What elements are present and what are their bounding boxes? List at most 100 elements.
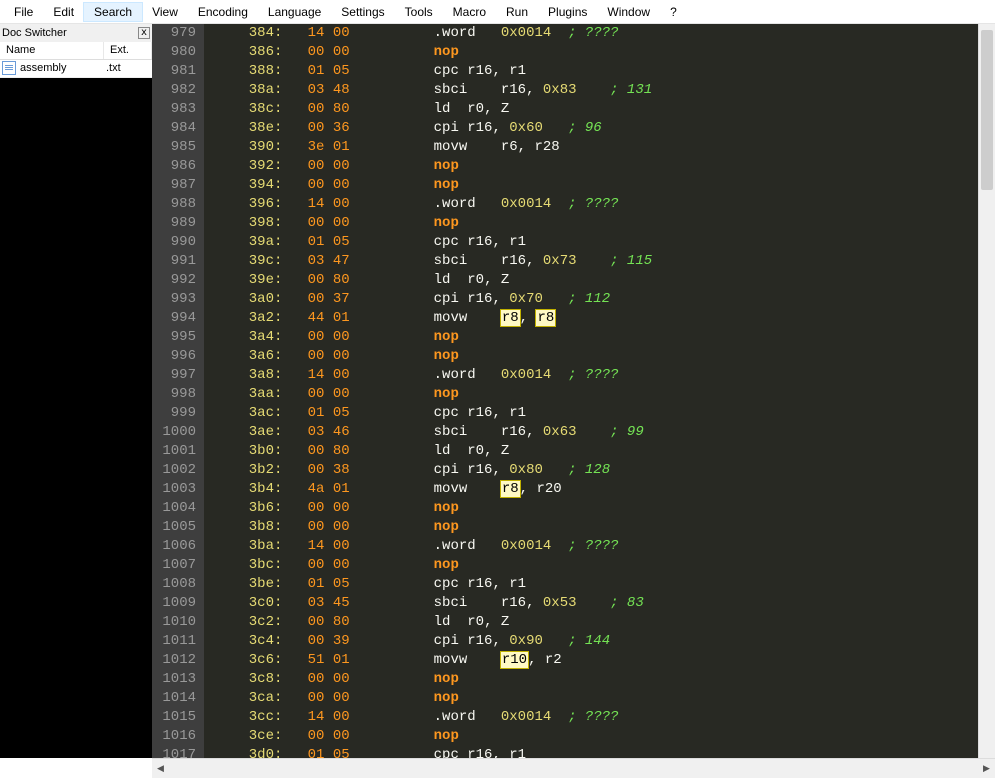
menu-settings[interactable]: Settings <box>331 3 394 21</box>
code-line[interactable]: 3a6: 00 00 nop <box>204 347 995 366</box>
code-line[interactable]: 38a: 03 48 sbci r16, 0x83 ; 131 <box>204 81 995 100</box>
line-number: 995 <box>152 328 196 347</box>
code-line[interactable]: 3ca: 00 00 nop <box>204 689 995 708</box>
hex-bytes: 00 00 <box>282 348 349 364</box>
horizontal-scrollbar[interactable]: ◀ ▶ <box>152 758 995 778</box>
code-line[interactable]: 3b0: 00 80 ld r0, Z <box>204 442 995 461</box>
code-editor[interactable]: 384: 14 00 .word 0x0014 ; ????386: 00 00… <box>204 24 995 758</box>
code-line[interactable]: 3cc: 14 00 .word 0x0014 ; ???? <box>204 708 995 727</box>
code-line[interactable]: 39e: 00 80 ld r0, Z <box>204 271 995 290</box>
code-line[interactable]: 3c6: 51 01 movw r10, r2 <box>204 651 995 670</box>
code-line[interactable]: 3ce: 00 00 nop <box>204 727 995 746</box>
scroll-left-icon[interactable]: ◀ <box>152 760 169 777</box>
token-punc: , <box>518 139 535 155</box>
code-line[interactable]: 3a2: 44 01 movw r8, r8 <box>204 309 995 328</box>
menu-window[interactable]: Window <box>597 3 660 21</box>
code-line[interactable]: 3ba: 14 00 .word 0x0014 ; ???? <box>204 537 995 556</box>
token-punc: , <box>492 747 509 758</box>
code-line[interactable]: 3b8: 00 00 nop <box>204 518 995 537</box>
code-line[interactable]: 386: 00 00 nop <box>204 43 995 62</box>
menu-edit[interactable]: Edit <box>43 3 84 21</box>
hex-bytes: 00 00 <box>282 215 349 231</box>
menu-encoding[interactable]: Encoding <box>188 3 258 21</box>
scroll-right-icon[interactable]: ▶ <box>978 760 995 777</box>
code-line[interactable]: 39a: 01 05 cpc r16, r1 <box>204 233 995 252</box>
address: 3c8 <box>218 670 274 689</box>
token-comm: ; ???? <box>568 538 618 554</box>
code-line[interactable]: 390: 3e 01 movw r6, r28 <box>204 138 995 157</box>
code-line[interactable]: 3b6: 00 00 nop <box>204 499 995 518</box>
code-line[interactable]: 3ae: 03 46 sbci r16, 0x63 ; 99 <box>204 423 995 442</box>
menu-language[interactable]: Language <box>258 3 331 21</box>
token-hl: r8 <box>536 310 555 326</box>
menu-run[interactable]: Run <box>496 3 538 21</box>
menu-help[interactable]: ? <box>660 3 687 21</box>
scrollbar-thumb[interactable] <box>981 30 993 190</box>
token-num: 0x90 <box>509 633 543 649</box>
doc-switcher-filelist: assembly.txt <box>0 60 152 78</box>
address: 3a6 <box>218 347 274 366</box>
hex-bytes: 00 38 <box>282 462 349 478</box>
code-line[interactable]: 3b2: 00 38 cpi r16, 0x80 ; 128 <box>204 461 995 480</box>
code-line[interactable]: 3c0: 03 45 sbci r16, 0x53 ; 83 <box>204 594 995 613</box>
doc-switcher-panel: Doc Switcher x Name Ext. assembly.txt <box>0 24 152 758</box>
code-line[interactable]: 38c: 00 80 ld r0, Z <box>204 100 995 119</box>
code-line[interactable]: 3b4: 4a 01 movw r8, r20 <box>204 480 995 499</box>
code-line[interactable]: 384: 14 00 .word 0x0014 ; ???? <box>204 24 995 43</box>
col-name[interactable]: Name <box>0 42 104 59</box>
token-mnem: movw <box>434 310 468 326</box>
code-line[interactable]: 3a8: 14 00 .word 0x0014 ; ???? <box>204 366 995 385</box>
code-line[interactable]: 3a0: 00 37 cpi r16, 0x70 ; 112 <box>204 290 995 309</box>
close-icon[interactable]: x <box>138 27 150 39</box>
menu-file[interactable]: File <box>4 3 43 21</box>
code-line[interactable]: 3bc: 00 00 nop <box>204 556 995 575</box>
address: 3b8 <box>218 518 274 537</box>
code-line[interactable]: 398: 00 00 nop <box>204 214 995 233</box>
code-line[interactable]: 3aa: 00 00 nop <box>204 385 995 404</box>
code-line[interactable]: 396: 14 00 .word 0x0014 ; ???? <box>204 195 995 214</box>
col-ext[interactable]: Ext. <box>104 42 152 59</box>
code-line[interactable]: 3c8: 00 00 nop <box>204 670 995 689</box>
vertical-scrollbar[interactable] <box>978 24 995 758</box>
file-item[interactable]: assembly.txt <box>0 60 152 76</box>
hex-bytes: 00 00 <box>282 329 349 345</box>
hex-bytes: 00 00 <box>282 728 349 744</box>
line-number: 1009 <box>152 594 196 613</box>
file-ext: .txt <box>106 62 121 74</box>
line-number: 1015 <box>152 708 196 727</box>
code-line[interactable]: 38e: 00 36 cpi r16, 0x60 ; 96 <box>204 119 995 138</box>
token-nop: nop <box>434 557 459 573</box>
address: 3ce <box>218 727 274 746</box>
address: 3aa <box>218 385 274 404</box>
hex-bytes: 51 01 <box>282 652 349 668</box>
token-mnem: sbci <box>434 595 468 611</box>
code-line[interactable]: 3ac: 01 05 cpc r16, r1 <box>204 404 995 423</box>
token-mnem: sbci <box>434 253 468 269</box>
address: 3bc <box>218 556 274 575</box>
code-line[interactable]: 39c: 03 47 sbci r16, 0x73 ; 115 <box>204 252 995 271</box>
code-line[interactable]: 3c4: 00 39 cpi r16, 0x90 ; 144 <box>204 632 995 651</box>
code-line[interactable]: 392: 00 00 nop <box>204 157 995 176</box>
code-line[interactable]: 3a4: 00 00 nop <box>204 328 995 347</box>
hex-bytes: 00 80 <box>282 614 349 630</box>
token-mnem: cpc r16 <box>434 63 493 79</box>
hex-bytes: 03 45 <box>282 595 349 611</box>
menu-plugins[interactable]: Plugins <box>538 3 597 21</box>
doc-switcher-header: Doc Switcher x <box>0 24 152 42</box>
line-number: 1014 <box>152 689 196 708</box>
code-line[interactable]: 3d0: 01 05 cpc r16, r1 <box>204 746 995 758</box>
code-line[interactable]: 3be: 01 05 cpc r16, r1 <box>204 575 995 594</box>
line-number: 984 <box>152 119 196 138</box>
menu-tools[interactable]: Tools <box>395 3 443 21</box>
editor-area: 9799809819829839849859869879889899909919… <box>152 24 995 758</box>
code-line[interactable]: 394: 00 00 nop <box>204 176 995 195</box>
code-line[interactable]: 388: 01 05 cpc r16, r1 <box>204 62 995 81</box>
code-line[interactable]: 3c2: 00 80 ld r0, Z <box>204 613 995 632</box>
token-mnem: sbci <box>434 82 468 98</box>
menu-macro[interactable]: Macro <box>443 3 496 21</box>
menu-view[interactable]: View <box>142 3 188 21</box>
menu-search[interactable]: Search <box>84 3 142 21</box>
token-mnem: movw <box>434 139 468 155</box>
line-number: 994 <box>152 309 196 328</box>
hex-bytes: 14 00 <box>282 538 349 554</box>
